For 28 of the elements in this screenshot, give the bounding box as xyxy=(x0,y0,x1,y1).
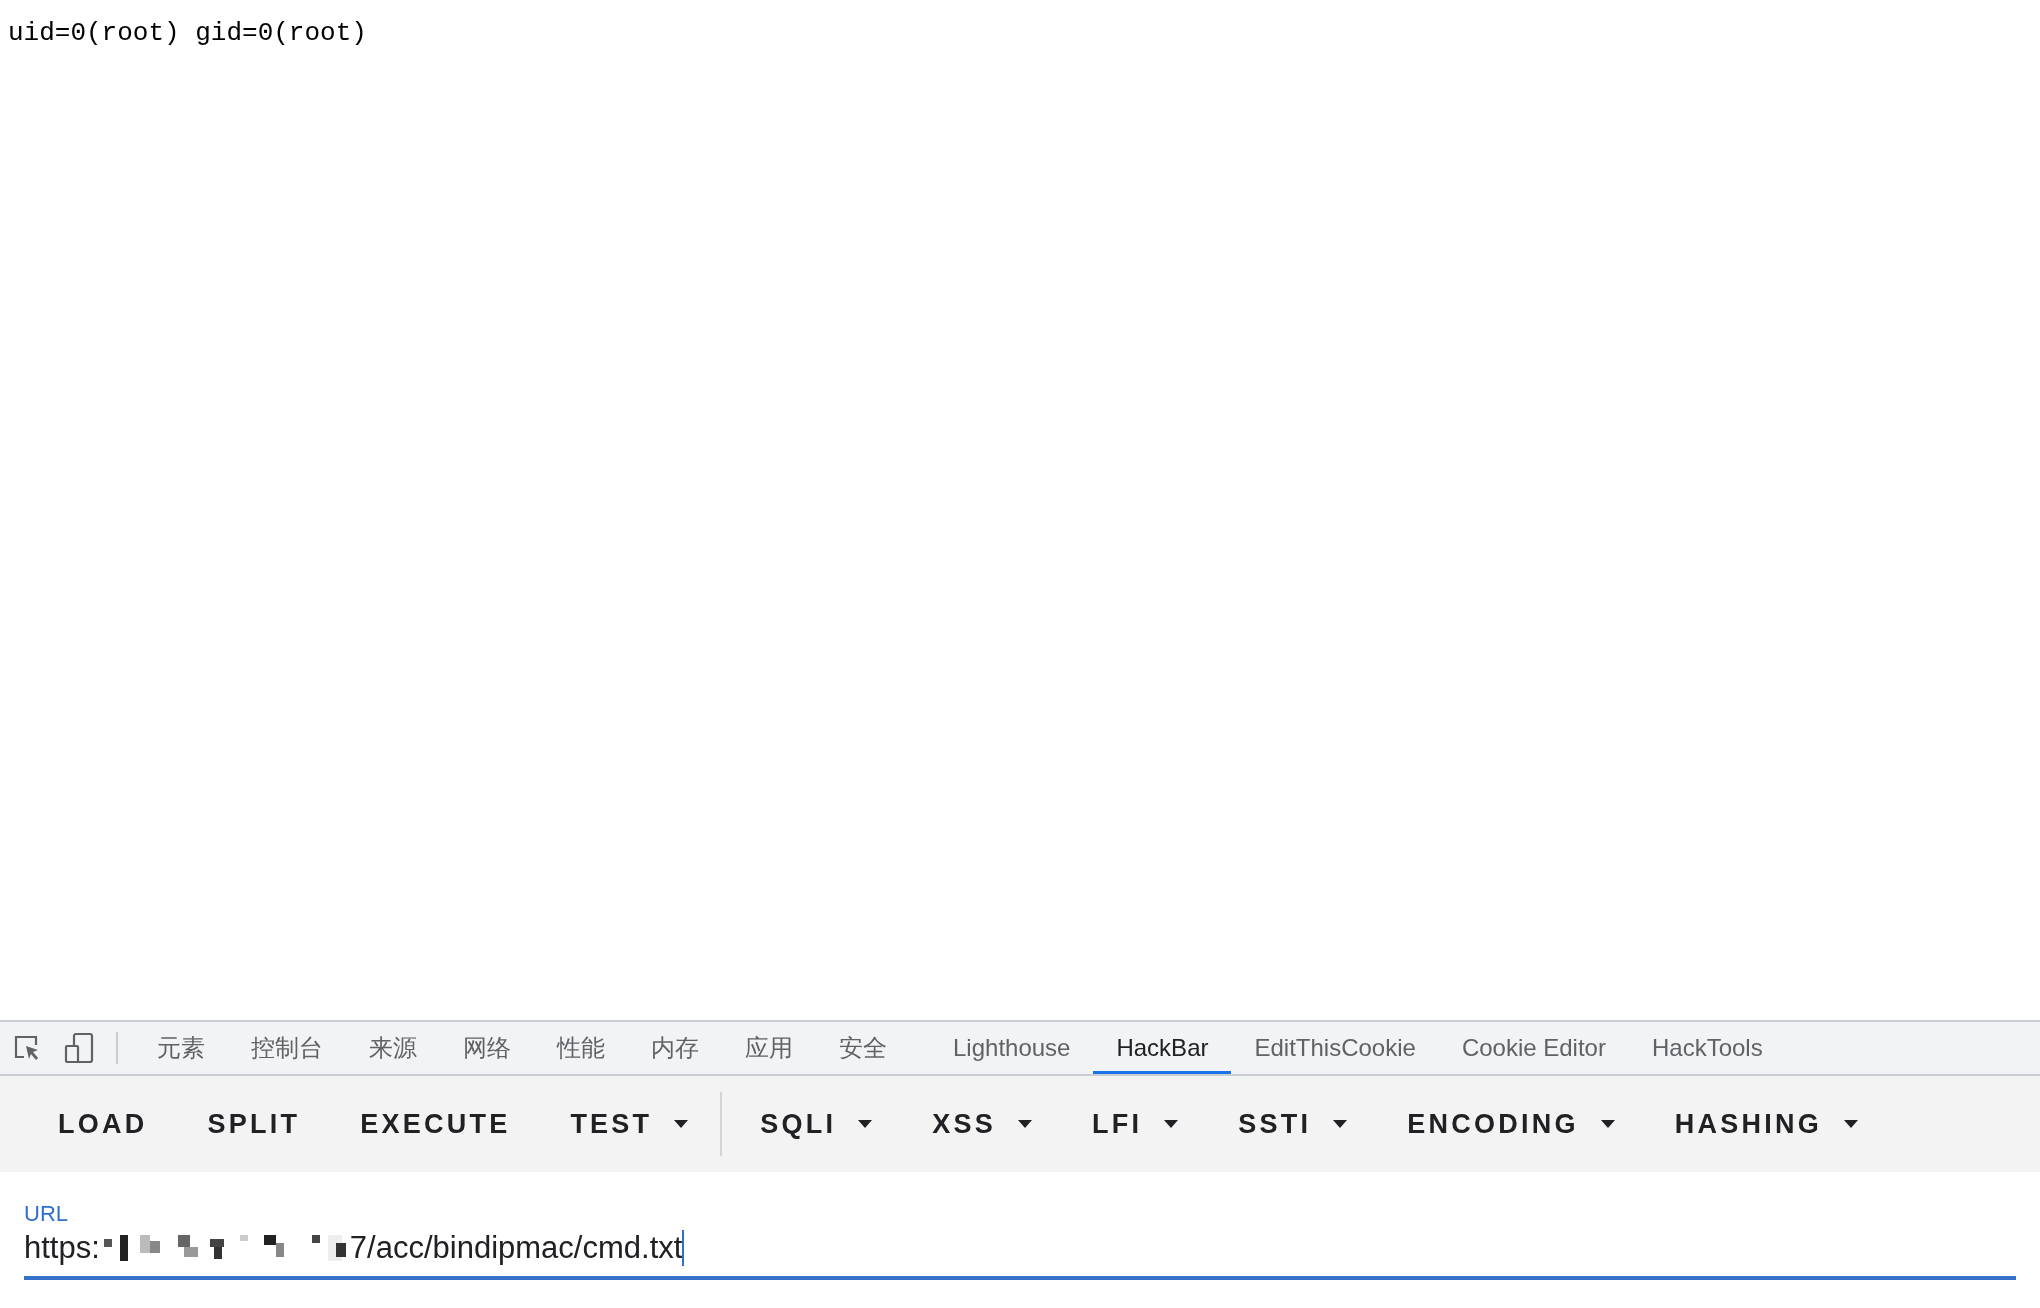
url-text: https: xyxy=(24,1229,100,1267)
devtools-tab[interactable]: 性能 xyxy=(534,1022,628,1074)
dropdown-button[interactable]: ENCODING xyxy=(1379,1096,1643,1152)
toolbar-button[interactable]: EXECUTE xyxy=(332,1096,539,1152)
dropdown-button[interactable]: TEST xyxy=(542,1096,717,1152)
devtools-tab[interactable]: Cookie Editor xyxy=(1438,1022,1629,1074)
devtools-tab[interactable]: 元素 xyxy=(134,1022,228,1074)
devtools-tab[interactable]: 控制台 xyxy=(228,1022,346,1074)
dropdown-button[interactable]: LFI xyxy=(1064,1096,1207,1152)
devtools-tab[interactable]: 应用 xyxy=(722,1022,816,1074)
dropdown-button[interactable]: SQLI xyxy=(732,1096,901,1152)
devtools-tab[interactable]: EditThisCookie xyxy=(1231,1022,1439,1074)
devtools-tab[interactable]: 安全 xyxy=(816,1022,910,1074)
dropdown-button[interactable]: SSTI xyxy=(1210,1096,1376,1152)
url-text: 7/acc/bindipmac/cmd.txt xyxy=(349,1229,683,1267)
device-toggle-icon[interactable] xyxy=(64,1032,94,1064)
toolbar-button[interactable]: SPLIT xyxy=(179,1096,329,1152)
devtools-tab[interactable]: Lighthouse xyxy=(930,1022,1094,1074)
field-label: URL xyxy=(24,1200,69,1228)
devtools-tab[interactable]: 网络 xyxy=(440,1022,534,1074)
dropdown-button[interactable]: HASHING xyxy=(1646,1096,1886,1152)
toolbar-button[interactable]: LOAD xyxy=(30,1096,176,1152)
devtools-tab[interactable]: 内存 xyxy=(628,1022,722,1074)
command-output: uid=0(root) gid=0(root) xyxy=(8,17,367,50)
devtools-tab[interactable]: 来源 xyxy=(346,1022,440,1074)
dropdown-button[interactable]: XSS xyxy=(904,1096,1061,1152)
url-field[interactable]: URL https: 7/acc/bindipmac/cmd.txt xyxy=(24,1200,2016,1280)
devtools-tab[interactable]: HackTools xyxy=(1628,1022,1786,1074)
